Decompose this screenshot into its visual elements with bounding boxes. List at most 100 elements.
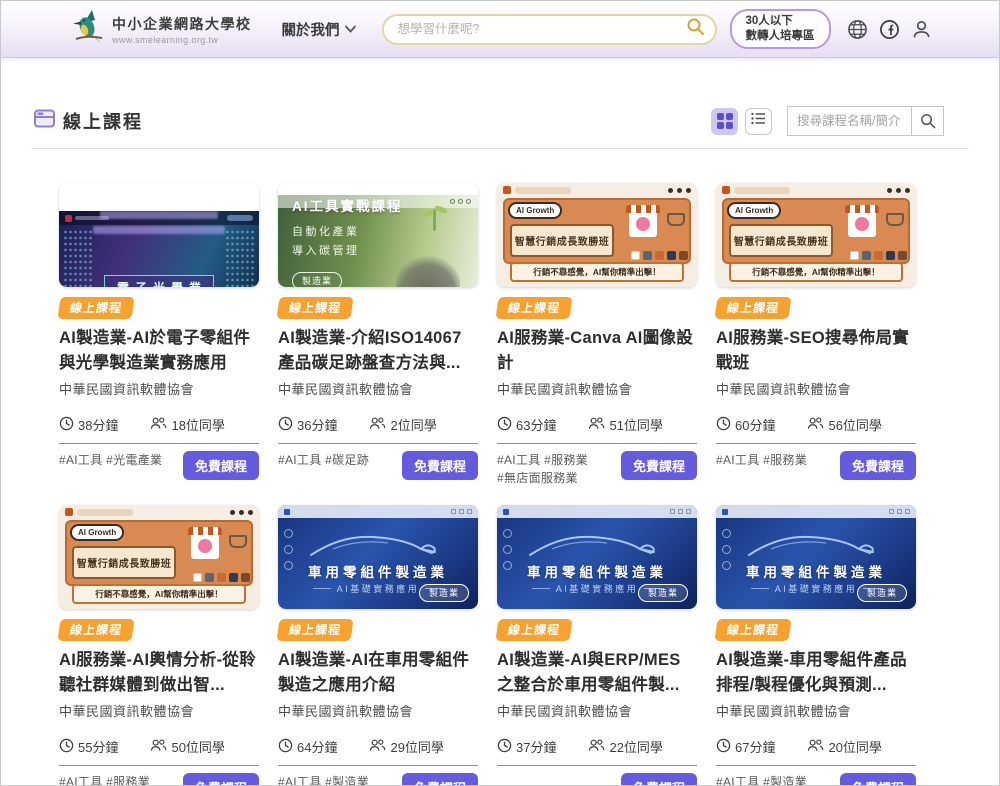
course-tags-line1[interactable]: #AI工具 #製造業 <box>716 773 807 786</box>
site-logo[interactable]: 中小企業網路大學校 www.smelearning.org.tw <box>71 9 252 50</box>
course-thumbnail[interactable]: 電子光學業 <box>59 183 259 287</box>
course-duration-text: 67分鐘 <box>735 737 775 756</box>
course-meta: 37分鐘 22位同學 <box>497 737 697 756</box>
course-card[interactable]: 車用零組件製造業 AI基礎實務應用 製造業 線上課程 AI製造業-車用零組件產品… <box>716 505 916 786</box>
course-thumbnail[interactable]: 車用零組件製造業 AI基礎實務應用 製造業 <box>278 505 478 609</box>
course-card[interactable]: AI Growth 智慧行銷成長致勝班 行銷不靠感覺，AI幫你精準出擊！ 線上課… <box>716 183 916 487</box>
thumbnail-headline: 智慧行銷成長致勝班 <box>510 224 614 257</box>
course-duration: 60分鐘 <box>716 415 775 434</box>
course-tags-line1[interactable]: #AI工具 #服務業 <box>59 773 150 786</box>
course-organization: 中華民國資訊軟體協會 <box>716 701 916 720</box>
course-organization: 中華民國資訊軟體協會 <box>59 701 259 720</box>
thumbnail-ai-marketing: AI Growth 智慧行銷成長致勝班 行銷不靠感覺，AI幫你精準出擊！ <box>497 183 697 287</box>
course-tags[interactable]: #AI工具 #服務業 <box>716 451 807 469</box>
grid-view-icon <box>717 113 733 129</box>
free-course-button[interactable]: 免費課程 <box>183 773 259 786</box>
course-tags-line1[interactable]: #AI工具 #服務業 <box>716 451 807 469</box>
thumbnail-industry-badge: 製造業 <box>292 272 342 287</box>
course-search-input[interactable] <box>787 106 911 136</box>
course-tags-line1[interactable]: #AI工具 #碳足跡 <box>278 451 369 469</box>
course-card[interactable]: 電子光學業 線上課程 AI製造業-AI於電子零組件與光學製造業實務應用 中華民國… <box>59 183 259 487</box>
course-meta: 60分鐘 56位同學 <box>716 415 916 434</box>
course-tags[interactable]: #AI工具 #服務業 #無店面服務業 <box>497 451 588 487</box>
list-view-icon <box>751 112 766 130</box>
free-course-button[interactable]: 免費課程 <box>402 773 478 786</box>
course-duration: 67分鐘 <box>716 737 775 756</box>
course-duration-text: 63分鐘 <box>516 415 556 434</box>
course-tags[interactable]: #AI工具 #碳足跡 <box>278 451 369 469</box>
course-thumbnail[interactable]: 車用零組件製造業 AI基礎實務應用 製造業 <box>497 505 697 609</box>
course-tags-line1[interactable]: #AI工具 #製造業 <box>278 773 369 786</box>
course-title[interactable]: AI製造業-AI與ERP/MES之整合於車用零組件製... <box>497 648 697 698</box>
course-title[interactable]: AI製造業-介紹ISO14067產品碳足跡盤查方法與... <box>278 326 478 376</box>
free-course-button[interactable]: 免費課程 <box>621 773 697 786</box>
sprout-graphic <box>433 209 436 231</box>
free-course-button[interactable]: 免費課程 <box>840 451 916 480</box>
course-tags-line2[interactable]: #無店面服務業 <box>497 469 588 487</box>
thumbnail-banner: 行銷不靠感覺，AI幫你精準出擊！ <box>510 262 684 282</box>
course-thumbnail[interactable]: AI工具實戰課程 自動化產業 導入碳管理 製造業 <box>278 183 478 287</box>
course-card[interactable]: AI工具實戰課程 自動化產業 導入碳管理 製造業 線上課程 AI製造業-介紹IS… <box>278 183 478 487</box>
robot-hand-graphic <box>396 255 460 287</box>
people-icon <box>807 738 824 755</box>
course-card-footer: #AI工具 #碳足跡 免費課程 <box>278 443 478 480</box>
course-title[interactable]: AI服務業-Canva AI圖像設計 <box>497 326 697 376</box>
free-course-button[interactable]: 免費課程 <box>402 451 478 480</box>
course-title[interactable]: AI服務業-AI輿情分析-從聆聽社群媒體到做出智... <box>59 648 259 698</box>
chevron-down-icon <box>345 21 356 37</box>
course-tags-line1[interactable]: #AI工具 #光電產業 <box>59 451 162 469</box>
course-thumbnail[interactable]: 車用零組件製造業 AI基礎實務應用 製造業 <box>716 505 916 609</box>
course-title[interactable]: AI服務業-SEO搜尋佈局實戰班 <box>716 326 916 376</box>
course-thumbnail[interactable]: AI Growth 智慧行銷成長致勝班 行銷不靠感覺，AI幫你精準出擊！ <box>59 505 259 609</box>
course-type-badge: 線上課程 <box>276 619 353 641</box>
free-course-button[interactable]: 免費課程 <box>840 773 916 786</box>
course-meta: 38分鐘 18位同學 <box>59 415 259 434</box>
course-tags[interactable]: #AI工具 #光電產業 <box>59 451 162 469</box>
course-title[interactable]: AI製造業-AI在車用零組件製造之應用介紹 <box>278 648 478 698</box>
user-icon[interactable] <box>911 19 932 40</box>
course-card[interactable]: AI Growth 智慧行銷成長致勝班 行銷不靠感覺，AI幫你精準出擊！ 線上課… <box>59 505 259 786</box>
course-duration-text: 60分鐘 <box>735 415 775 434</box>
course-duration-text: 36分鐘 <box>297 415 337 434</box>
cart-graphic <box>667 213 685 226</box>
nav-about-us[interactable]: 關於我們 <box>282 19 356 40</box>
facebook-icon[interactable] <box>879 19 900 40</box>
digital-transformation-zone-button[interactable]: 30人以下 數轉人培專區 <box>730 9 831 49</box>
course-card[interactable]: 車用零組件製造業 AI基礎實務應用 製造業 線上課程 AI製造業-AI在車用零組… <box>278 505 478 786</box>
course-meta: 64分鐘 29位同學 <box>278 737 478 756</box>
thumbnail-ai-marketing: AI Growth 智慧行銷成長致勝班 行銷不靠感覺，AI幫你精準出擊！ <box>59 505 259 609</box>
free-course-button[interactable]: 免費課程 <box>183 451 259 480</box>
list-view-button[interactable] <box>745 108 772 135</box>
course-card[interactable]: 車用零組件製造業 AI基礎實務應用 製造業 線上課程 AI製造業-AI與ERP/… <box>497 505 697 786</box>
thumbnail-chrome-bar <box>278 195 478 208</box>
globe-icon[interactable] <box>847 19 868 40</box>
course-thumbnail[interactable]: AI Growth 智慧行銷成長致勝班 行銷不靠感覺，AI幫你精準出擊！ <box>716 183 916 287</box>
course-student-count: 51位同學 <box>588 415 662 434</box>
thumbnail-automotive: 車用零組件製造業 AI基礎實務應用 製造業 <box>716 505 916 609</box>
course-title[interactable]: AI製造業-AI於電子零組件與光學製造業實務應用 <box>59 326 259 376</box>
thumbnail-chrome-bar <box>716 505 916 518</box>
course-type-badge: 線上課程 <box>276 297 353 319</box>
course-duration: 55分鐘 <box>59 737 118 756</box>
course-card[interactable]: AI Growth 智慧行銷成長致勝班 行銷不靠感覺，AI幫你精準出擊！ 線上課… <box>497 183 697 487</box>
course-tags[interactable]: #AI工具 #服務業 <box>59 773 150 786</box>
color-swatches <box>631 251 688 260</box>
header-search-input[interactable] <box>398 22 686 36</box>
course-title[interactable]: AI製造業-車用零組件產品排程/製程優化與預測... <box>716 648 916 698</box>
thumbnail-banner: 行銷不靠感覺，AI幫你精準出擊！ <box>729 262 903 282</box>
clock-icon <box>716 738 731 756</box>
color-swatches <box>193 573 250 582</box>
course-student-count: 56位同學 <box>807 415 881 434</box>
grid-view-button[interactable] <box>711 108 738 135</box>
free-course-button[interactable]: 免費課程 <box>621 451 697 480</box>
course-search-button[interactable] <box>911 106 944 136</box>
thumbnail-chrome-bar <box>59 505 259 519</box>
course-tags[interactable]: #AI工具 #製造業 <box>716 773 807 786</box>
course-thumbnail[interactable]: AI Growth 智慧行銷成長致勝班 行銷不靠感覺，AI幫你精準出擊！ <box>497 183 697 287</box>
course-duration: 38分鐘 <box>59 415 118 434</box>
magnifier-icon[interactable] <box>686 17 705 41</box>
course-tags[interactable]: #AI工具 #製造業 #車輛產業 <box>278 773 369 786</box>
course-organization: 中華民國資訊軟體協會 <box>497 701 697 720</box>
course-tags-line1[interactable]: #AI工具 #服務業 <box>497 451 588 469</box>
storefront-graphic <box>848 205 876 237</box>
